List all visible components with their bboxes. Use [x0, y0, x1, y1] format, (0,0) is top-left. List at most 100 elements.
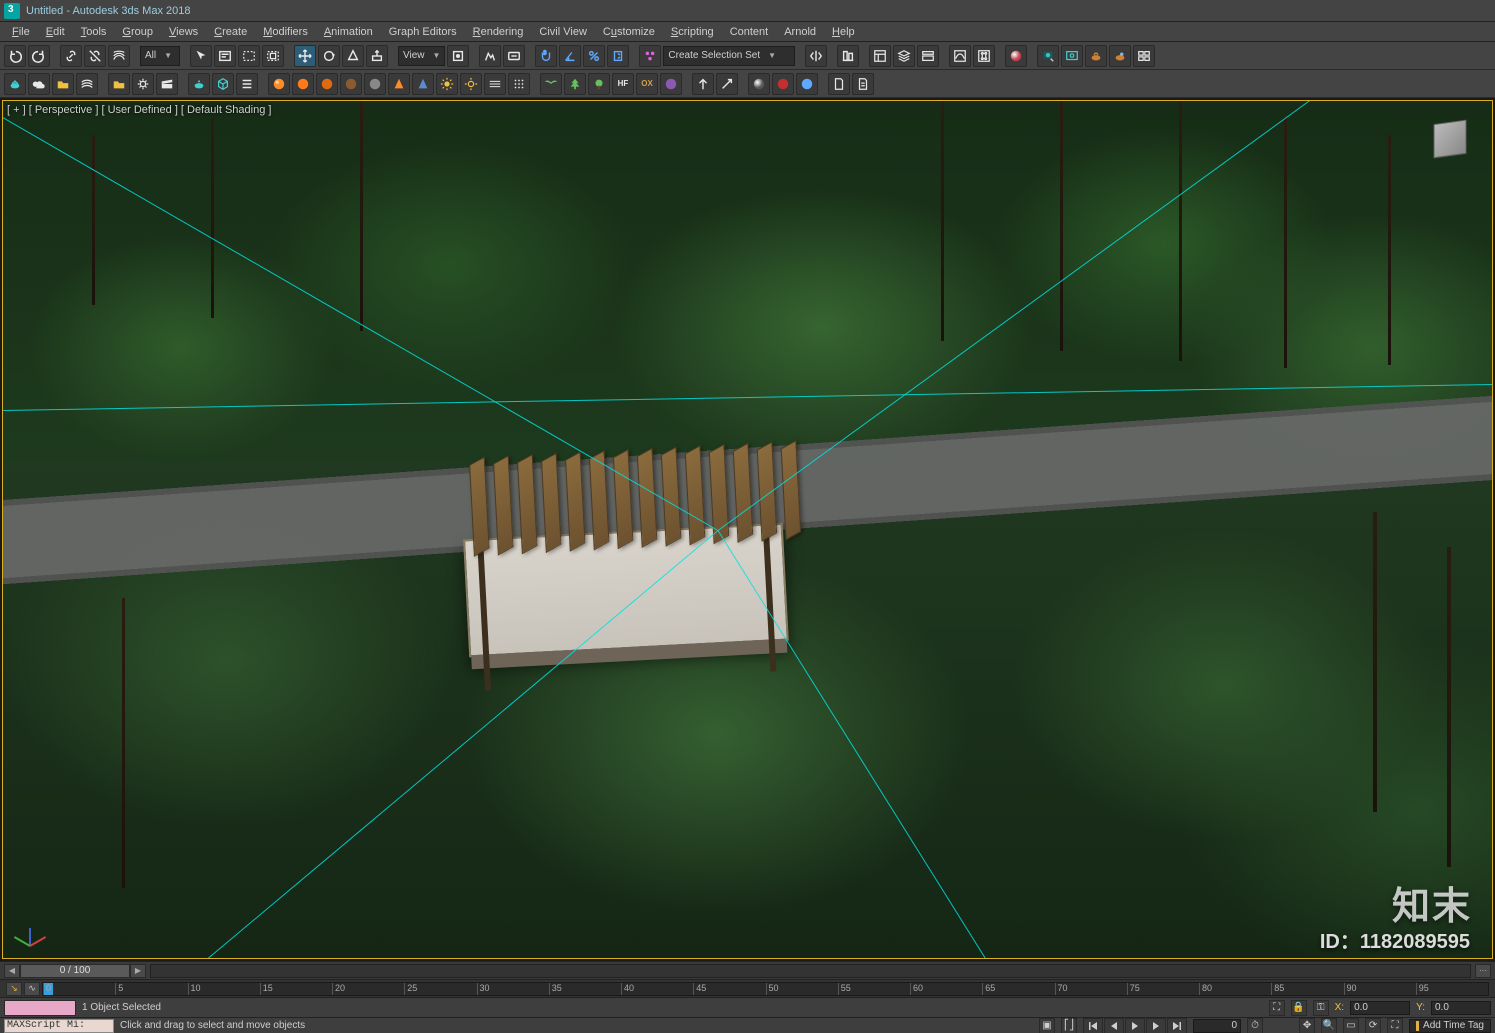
menu-file[interactable]: File [4, 24, 38, 40]
folder-b-button[interactable] [108, 73, 130, 95]
key-mode-button[interactable]: ⚿ [1313, 1000, 1329, 1016]
menu-arnold[interactable]: Arnold [776, 24, 824, 40]
layers-wave-button[interactable] [76, 73, 98, 95]
coord-x-field[interactable] [1350, 1001, 1410, 1015]
cloud-icon-button[interactable] [28, 73, 50, 95]
settings-a-button[interactable] [132, 73, 154, 95]
lock-icon[interactable]: 🔒 [1291, 1000, 1307, 1016]
prev-frame-button[interactable] [1104, 1018, 1124, 1033]
time-slider-track[interactable] [150, 964, 1471, 978]
blue-cone-button[interactable] [412, 73, 434, 95]
up-arrow-button[interactable] [692, 73, 714, 95]
angle-snap-button[interactable] [559, 45, 581, 67]
add-time-tag-button[interactable]: Add Time Tag [1409, 1019, 1491, 1033]
render-in-cloud-button[interactable] [1109, 45, 1131, 67]
orange-sphere-c-button[interactable] [316, 73, 338, 95]
select-move-button[interactable] [294, 45, 316, 67]
pivot-center-button[interactable] [447, 45, 469, 67]
select-scale-button[interactable] [342, 45, 364, 67]
undo-button[interactable] [4, 45, 26, 67]
menu-tools[interactable]: Tools [73, 24, 115, 40]
toggle-scene-explorer-button[interactable] [869, 45, 891, 67]
selection-filter-dropdown[interactable]: All▼ [140, 46, 180, 66]
angle-arrow-button[interactable] [716, 73, 738, 95]
coord-y-field[interactable] [1431, 1001, 1491, 1015]
menu-scripting[interactable]: Scripting [663, 24, 722, 40]
sun-button[interactable] [436, 73, 458, 95]
maxscript-listener[interactable]: MAXScript Mi: [4, 1019, 114, 1033]
select-manipulate-button[interactable] [479, 45, 501, 67]
select-rotate-button[interactable] [318, 45, 340, 67]
menu-views[interactable]: Views [161, 24, 206, 40]
time-slider-end[interactable]: ⋯ [1475, 964, 1491, 978]
brown-sphere-button[interactable] [340, 73, 362, 95]
rectangular-region-button[interactable] [238, 45, 260, 67]
track-ruler[interactable]: 0510152025303540455055606570758085909510… [42, 982, 1489, 996]
sun-b-button[interactable] [460, 73, 482, 95]
clapper-button[interactable] [156, 73, 178, 95]
menu-civilview[interactable]: Civil View [531, 24, 594, 40]
viewcube[interactable] [1422, 111, 1478, 167]
object-color-swatch[interactable] [4, 1000, 76, 1016]
time-slider-prev[interactable]: ◀ [4, 964, 20, 978]
grid-dots-button[interactable] [508, 73, 530, 95]
ox-text-button[interactable]: OX [636, 73, 658, 95]
teapot-a-button[interactable] [4, 73, 26, 95]
toggle-layer-explorer-button[interactable] [893, 45, 915, 67]
viewport-nav-max-button[interactable]: ⛶ [1387, 1018, 1403, 1033]
viewport-nav-pan-button[interactable]: ✥ [1299, 1018, 1315, 1033]
unlink-button[interactable] [84, 45, 106, 67]
play-button[interactable] [1125, 1018, 1145, 1033]
snap-toggle-button[interactable]: 3 [535, 45, 557, 67]
selection-lock-button[interactable]: ⛶ [1269, 1000, 1285, 1016]
viewport-overlay-label[interactable]: [ + ] [ Perspective ] [ User Defined ] [… [7, 104, 271, 116]
menu-help[interactable]: Help [824, 24, 863, 40]
edit-named-selection-button[interactable] [639, 45, 661, 67]
goto-start-button[interactable] [1083, 1018, 1103, 1033]
next-frame-button[interactable] [1146, 1018, 1166, 1033]
hf-text-button[interactable]: HF [612, 73, 634, 95]
schematic-view-button[interactable] [973, 45, 995, 67]
chrome-sphere-button[interactable] [748, 73, 770, 95]
open-a360-gallery-button[interactable] [1133, 45, 1155, 67]
time-config-button[interactable]: ⏱ [1247, 1018, 1263, 1033]
align-button[interactable] [837, 45, 859, 67]
viewport-nav-orbit-button[interactable]: ⟳ [1365, 1018, 1381, 1033]
viewport-nav-fov-button[interactable]: ▭ [1343, 1018, 1359, 1033]
trackbar-toggle[interactable]: ↘ [6, 982, 22, 996]
menu-rendering[interactable]: Rendering [465, 24, 532, 40]
grid-lines-button[interactable] [484, 73, 506, 95]
menu-create[interactable]: Create [206, 24, 255, 40]
stack-bars-button[interactable] [236, 73, 258, 95]
spinner-snap-button[interactable] [607, 45, 629, 67]
current-frame-field[interactable] [1193, 1019, 1241, 1033]
teapot-b-button[interactable] [188, 73, 210, 95]
menu-customize[interactable]: Customize [595, 24, 663, 40]
isolate-selection-button[interactable]: ▣ [1039, 1018, 1055, 1033]
selection-bracket-button[interactable]: ⎡⎦ [1061, 1018, 1077, 1033]
menu-grapheditors[interactable]: Graph Editors [381, 24, 465, 40]
select-place-button[interactable] [366, 45, 388, 67]
goto-end-button[interactable] [1167, 1018, 1187, 1033]
orange-sphere-a-button[interactable] [268, 73, 290, 95]
menu-animation[interactable]: Animation [316, 24, 381, 40]
purple-sphere-button[interactable] [660, 73, 682, 95]
percent-snap-button[interactable] [583, 45, 605, 67]
bind-spacewarp-button[interactable] [108, 45, 130, 67]
keyboard-shortcut-override-button[interactable] [503, 45, 525, 67]
ref-coord-dropdown[interactable]: View▼ [398, 46, 445, 66]
viewport-nav-zoom-button[interactable]: 🔍 [1321, 1018, 1337, 1033]
grey-sphere-button[interactable] [364, 73, 386, 95]
named-selection-set-dropdown[interactable]: Create Selection Set▼ [663, 46, 795, 66]
redo-button[interactable] [28, 45, 50, 67]
menu-edit[interactable]: Edit [38, 24, 73, 40]
axis-gizmo[interactable] [11, 914, 47, 950]
folder-a-button[interactable] [52, 73, 74, 95]
trackbar-curve-toggle[interactable]: ∿ [24, 982, 40, 996]
tree-a-button[interactable] [564, 73, 586, 95]
curve-editor-button[interactable] [949, 45, 971, 67]
doc-b-button[interactable] [852, 73, 874, 95]
time-slider-handle[interactable]: 0 / 100 [20, 964, 130, 978]
red-sphere-button[interactable] [772, 73, 794, 95]
toggle-ribbon-button[interactable] [917, 45, 939, 67]
